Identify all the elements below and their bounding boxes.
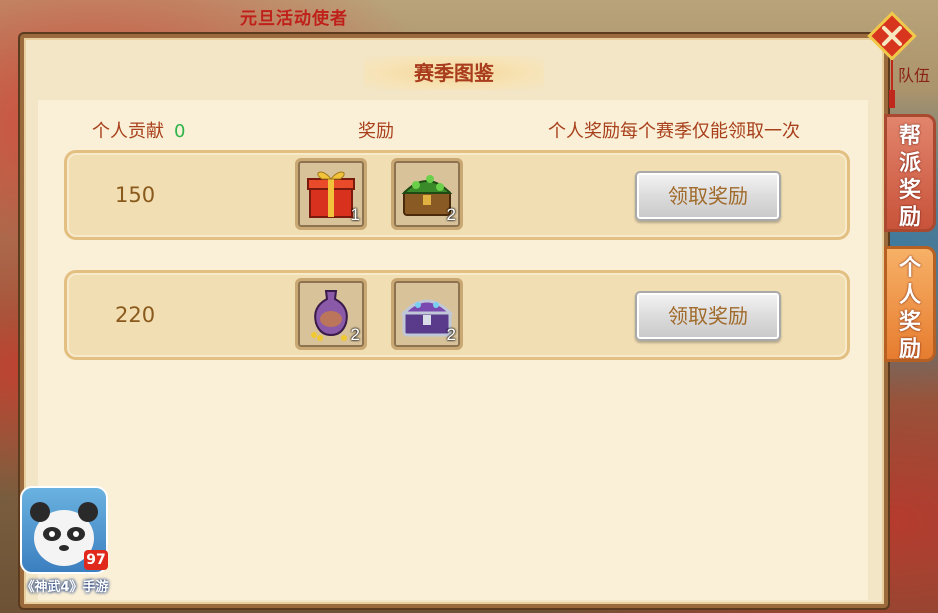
- item-count: 2: [446, 205, 456, 224]
- reward-row: 150 1 2 领取奖励: [64, 150, 850, 240]
- contribution-value: 0: [174, 121, 186, 142]
- item-count: 2: [446, 325, 456, 344]
- gift-box-icon[interactable]: 1: [295, 158, 367, 230]
- claim-reward-button[interactable]: 领取奖励: [635, 291, 781, 341]
- tab-personal-reward[interactable]: 个人奖励: [884, 246, 936, 362]
- item-count: 1: [350, 205, 360, 224]
- reward-row: 220 2 2 领取奖励: [64, 270, 850, 360]
- item-count: 2: [350, 325, 360, 344]
- tab-guild-reward[interactable]: 帮派奖励: [884, 114, 936, 232]
- close-icon[interactable]: [866, 10, 918, 62]
- claim-reward-button[interactable]: 领取奖励: [635, 171, 781, 221]
- vase-icon[interactable]: 2: [295, 278, 367, 350]
- dialog-title: 赛季图鉴: [364, 56, 544, 90]
- contribution-label: 个人贡献: [92, 121, 164, 142]
- contribution-header: 个人贡献 0: [92, 117, 185, 143]
- green-treasure-chest-icon[interactable]: 2: [391, 158, 463, 230]
- reward-note: 个人奖励每个赛季仅能领取一次: [548, 121, 800, 142]
- game-logo: 97 《神武4》手游: [18, 486, 110, 598]
- season-collection-dialog: 赛季图鉴 个人贡献 0 奖励 个人奖励每个赛季仅能领取一次 150 1 2 领取…: [20, 34, 888, 608]
- event-envoy-text: 元旦活动使者: [240, 9, 348, 29]
- contribution-threshold: 150: [115, 183, 156, 207]
- logo-caption: 《神武4》手游: [21, 580, 109, 595]
- tab-guild-reward-label: 帮派奖励: [898, 124, 921, 230]
- tassel-decoration: [889, 60, 895, 108]
- team-text: 队伍: [898, 66, 931, 85]
- purple-treasure-chest-icon[interactable]: 2: [391, 278, 463, 350]
- reward-header: 奖励: [358, 121, 394, 142]
- age-rating-badge: 97: [84, 550, 108, 570]
- tab-personal-reward-label: 个人奖励: [898, 256, 921, 362]
- contribution-threshold: 220: [115, 303, 156, 327]
